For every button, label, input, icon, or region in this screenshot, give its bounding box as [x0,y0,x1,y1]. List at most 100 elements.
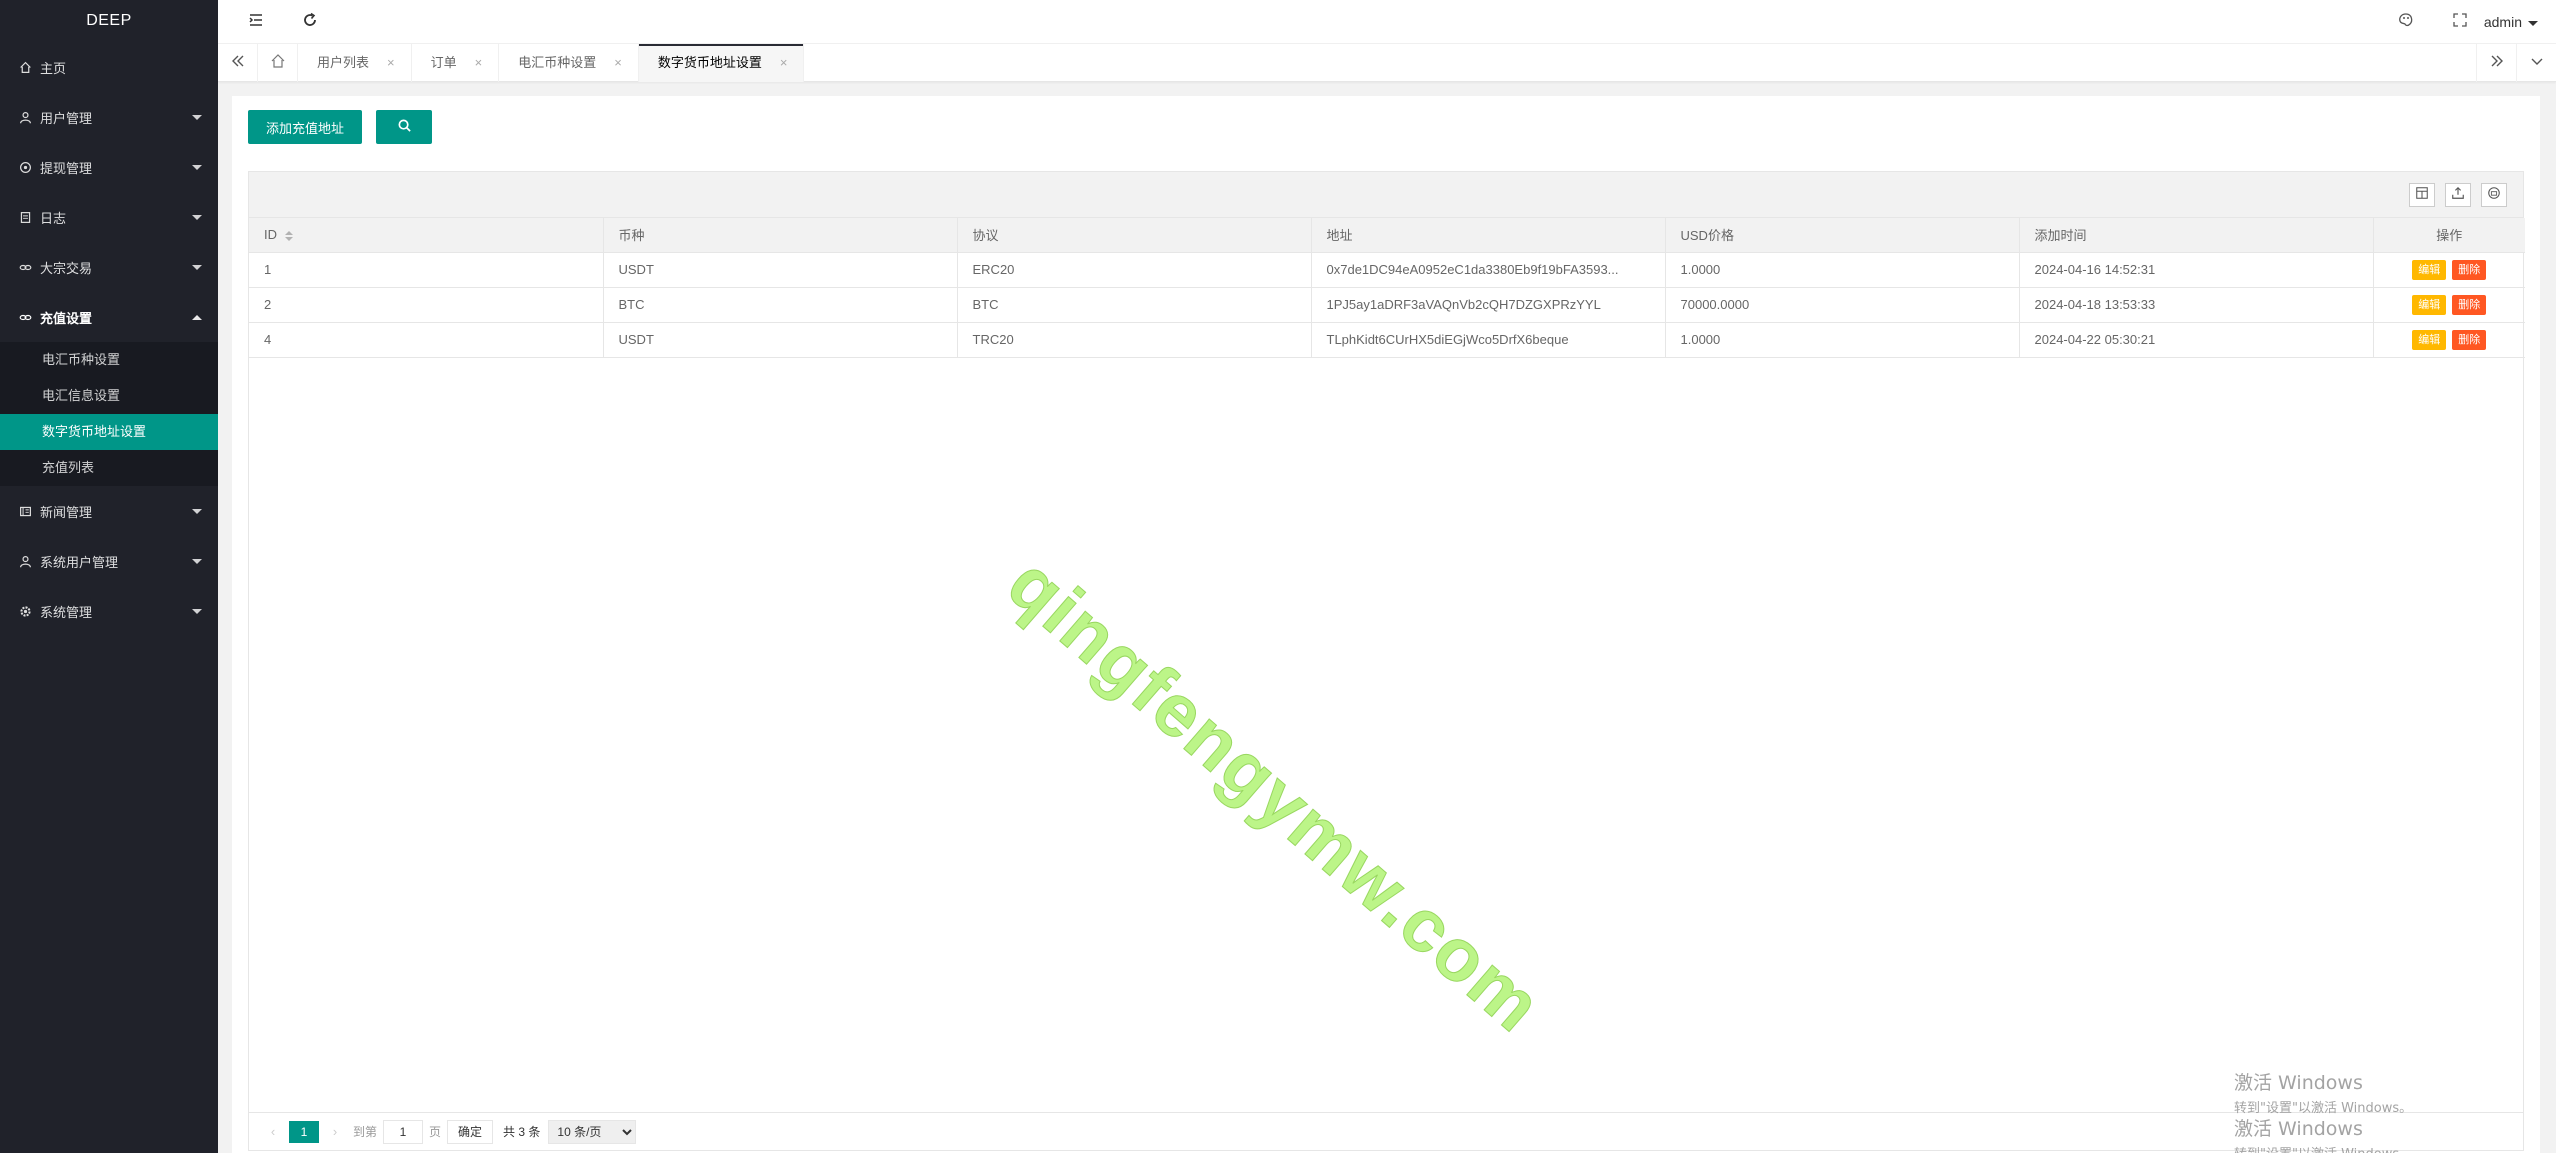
cell-price: 1.0000 [1665,322,2020,358]
link-icon [18,260,32,274]
cell-id: 2 [249,287,604,323]
sidebar-subitem-wire-currency[interactable]: 电汇币种设置 [0,342,218,378]
current-page[interactable]: 1 [289,1120,319,1143]
fullscreen-button[interactable] [2440,0,2480,44]
fullscreen-icon [2452,12,2468,33]
sidebar-item-logs[interactable]: 日志 [0,192,218,242]
column-header-usd-price: USD价格 [1665,218,2020,253]
link-icon [18,310,32,324]
page-unit: 页 [429,1125,442,1139]
sidebar-subitem-recharge-list[interactable]: 充值列表 [0,450,218,486]
sidebar-item-system-users[interactable]: 系统用户管理 [0,536,218,586]
tab-list: 用户列表 × 订单 × 电汇币种设置 × 数字货币地址设置 × [298,44,805,82]
home-icon [270,53,286,74]
user-menu[interactable]: admin [2484,0,2538,44]
sidebar-item-news[interactable]: 新闻管理 [0,486,218,536]
page-confirm-button[interactable]: 确定 [447,1119,494,1144]
chevron-down-icon [2529,53,2545,74]
tab-crypto-address[interactable]: 数字货币地址设置 × [638,44,805,82]
column-header-address: 地址 [1311,218,1666,253]
cell-time: 2024-04-16 14:52:31 [2019,252,2374,288]
sidebar: DEEP 主页 用户管理 提现管理 日志 大宗交易 充值设置 电汇币种设置 电汇… [0,0,218,1153]
sidebar-item-label: 充值设置 [40,310,93,326]
cell-time: 2024-04-22 05:30:21 [2019,322,2374,358]
edit-button[interactable]: 编辑 [2412,259,2447,280]
address-table: ID 币种 协议 地址 USD价格 添加时间 操作 1 USDT ERC20 0… [249,218,2525,358]
sidebar-item-home[interactable]: 主页 [0,42,218,92]
tabs-scroll-left-button[interactable] [218,44,258,82]
sidebar-item-label: 用户管理 [40,110,93,126]
delete-button[interactable]: 删除 [2452,259,2487,280]
sidebar-subitem-wire-info[interactable]: 电汇信息设置 [0,378,218,414]
refresh-button[interactable] [290,0,330,44]
prev-page-icon[interactable]: ‹ [263,1124,283,1139]
goto-label: 到第 [353,1125,378,1139]
user-icon [18,554,32,568]
edit-button[interactable]: 编辑 [2412,329,2447,350]
table-row: 2 BTC BTC 1PJ5ay1aDRF3aVAQnVb2cQH7DZGXPR… [249,287,2525,323]
palette-icon [2398,12,2414,33]
menu-toggle-button[interactable] [236,0,276,44]
page-size-select[interactable]: 10 条/页 [548,1119,637,1144]
close-icon[interactable]: × [475,55,483,70]
tab-label: 电汇币种设置 [518,55,597,70]
sidebar-item-label: 主页 [40,60,67,76]
sidebar-item-bulk-trade[interactable]: 大宗交易 [0,242,218,292]
delete-button[interactable]: 删除 [2452,294,2487,315]
page-input[interactable] [383,1119,424,1144]
cell-protocol: TRC20 [957,322,1312,358]
theme-button[interactable] [2386,0,2426,44]
cell-address: 1PJ5ay1aDRF3aVAQnVb2cQH7DZGXPRzYYL [1311,287,1666,323]
print-icon [2487,186,2501,205]
tab-label: 用户列表 [317,55,370,70]
tabs-scroll-right-button[interactable] [2476,44,2516,82]
close-icon[interactable]: × [614,55,622,70]
sidebar-item-label: 提现管理 [40,160,93,176]
sidebar-item-system[interactable]: 系统管理 [0,586,218,636]
cell-id: 4 [249,322,604,358]
top-header: admin [218,0,2556,44]
action-toolbar: 添加充值地址 [248,110,433,144]
cell-id: 1 [249,252,604,288]
chevron-down-icon [192,165,202,170]
chevron-down-icon [192,509,202,514]
data-table: ID 币种 协议 地址 USD价格 添加时间 操作 1 USDT ERC20 0… [248,171,2525,1151]
sidebar-menu-bottom: 新闻管理 系统用户管理 系统管理 [0,486,218,636]
close-icon[interactable]: × [387,55,395,70]
print-button[interactable] [2481,183,2507,207]
log-icon [18,210,32,224]
sort-icon[interactable] [285,230,293,241]
sidebar-menu: 主页 用户管理 提现管理 日志 大宗交易 充值设置 [0,42,218,342]
sidebar-item-users[interactable]: 用户管理 [0,92,218,142]
chevron-down-icon [192,115,202,120]
export-button[interactable] [2445,183,2471,207]
sidebar-item-recharge-settings[interactable]: 充值设置 [0,292,218,342]
tab-orders[interactable]: 订单 × [412,44,500,82]
table-row: 4 USDT TRC20 TLphKidt6CUrHX5diEGjWco5Drf… [249,322,2525,358]
search-button[interactable] [376,110,433,144]
home-tab[interactable] [258,44,298,82]
sidebar-item-withdraw[interactable]: 提现管理 [0,142,218,192]
edit-button[interactable]: 编辑 [2412,294,2447,315]
menu-fold-icon [248,12,264,33]
total-count: 共 3 条 [503,1125,541,1139]
cell-protocol: BTC [957,287,1312,323]
close-icon[interactable]: × [780,55,788,70]
gear-icon [18,604,32,618]
tabs-menu-button[interactable] [2516,44,2556,82]
chevron-down-icon [192,215,202,220]
home-icon [18,60,32,74]
cell-actions: 编辑 删除 [2373,287,2525,323]
column-filter-button[interactable] [2409,183,2435,207]
tab-user-list[interactable]: 用户列表 × [298,44,412,82]
sidebar-subitem-crypto-address[interactable]: 数字货币地址设置 [0,414,218,450]
delete-button[interactable]: 删除 [2452,329,2487,350]
add-recharge-address-button[interactable]: 添加充值地址 [248,110,363,144]
tab-wire-currency[interactable]: 电汇币种设置 × [499,44,639,82]
next-page-icon[interactable]: › [325,1124,345,1139]
column-header-id[interactable]: ID [249,218,604,253]
app-logo: DEEP [86,12,132,29]
columns-icon [2415,186,2429,205]
column-header-coin: 币种 [603,218,958,253]
export-icon [2451,186,2465,205]
